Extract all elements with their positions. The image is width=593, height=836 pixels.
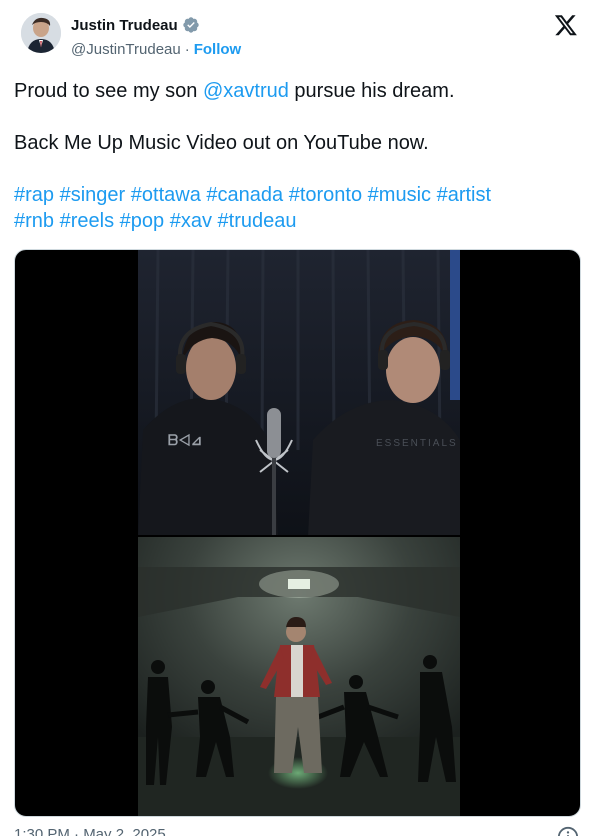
author-info: Justin Trudeau @JustinTrudeau · Follow (71, 14, 241, 60)
tweet-header: Justin Trudeau @JustinTrudeau · Follow (16, 13, 581, 65)
svg-text:ESSENTIALS: ESSENTIALS (376, 438, 458, 449)
hashtag-link[interactable]: #rap (14, 184, 54, 206)
video-player[interactable]: ᗷ◁⊿ ESSENTIALS (14, 249, 581, 817)
x-logo-icon[interactable] (554, 13, 578, 37)
hashtag-link[interactable]: #pop (120, 210, 165, 232)
hashtag-link[interactable]: #canada (206, 184, 283, 206)
hashtag-link[interactable]: #toronto (289, 184, 362, 206)
hashtag-link[interactable]: #singer (60, 184, 126, 206)
hashtag-link[interactable]: #xav (170, 210, 212, 232)
info-icon[interactable] (557, 826, 579, 836)
svg-text:ᗷ◁⊿: ᗷ◁⊿ (168, 432, 202, 448)
tweet-text-segment: Proud to see my son (14, 80, 203, 102)
separator-dot: · (184, 40, 190, 58)
handle[interactable]: @JustinTrudeau (71, 41, 181, 58)
hashtag-link[interactable]: #reels (60, 210, 114, 232)
tweet-line-2: Back Me Up Music Video out on YouTube no… (14, 132, 429, 154)
hashtag-link[interactable]: #music (368, 184, 431, 206)
tweet-line-1: Proud to see my son @xavtrud pursue his … (14, 78, 574, 104)
avatar[interactable] (21, 13, 61, 53)
display-name[interactable]: Justin Trudeau (71, 17, 178, 34)
tweet-text: Proud to see my son @xavtrud pursue his … (14, 78, 574, 234)
hashtag-line-1: #rap #singer #ottawa #canada #toronto #m… (14, 182, 574, 208)
hashtag-link[interactable]: #trudeau (218, 210, 297, 232)
verified-badge-icon (182, 17, 199, 33)
hashtag-link[interactable]: #ottawa (131, 184, 201, 206)
follow-button[interactable]: Follow (194, 41, 242, 58)
timestamp[interactable]: 1:30 PM · May 2, 2025 (14, 826, 166, 836)
tweet-footer: 1:30 PM · May 2, 2025 (14, 826, 581, 836)
hashtag-line-2: #rnb #reels #pop #xav #trudeau (14, 208, 574, 234)
mention-link[interactable]: @xavtrud (203, 80, 289, 102)
name-row: Justin Trudeau (71, 14, 241, 36)
video-frame-dance (138, 537, 460, 816)
hashtag-link[interactable]: #rnb (14, 210, 54, 232)
hashtag-link[interactable]: #artist (437, 184, 491, 206)
video-frame-studio: ᗷ◁⊿ ESSENTIALS (138, 250, 460, 537)
tweet-text-segment: pursue his dream. (288, 80, 455, 102)
handle-row: @JustinTrudeau · Follow (71, 38, 241, 60)
